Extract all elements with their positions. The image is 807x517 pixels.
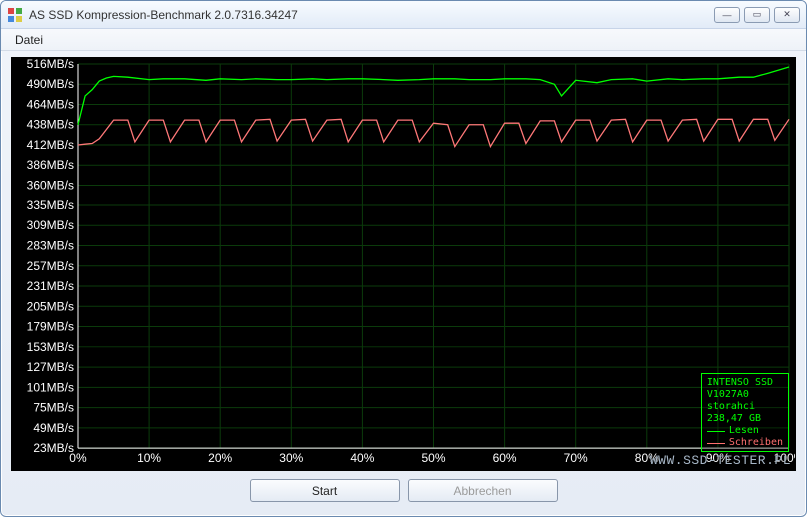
svg-text:283MB/s: 283MB/s <box>27 239 74 253</box>
svg-text:49MB/s: 49MB/s <box>33 421 74 435</box>
app-icon <box>7 7 23 23</box>
legend-write-swatch <box>707 443 725 444</box>
svg-text:516MB/s: 516MB/s <box>27 58 74 71</box>
device-driver: storahci <box>707 401 783 413</box>
svg-text:464MB/s: 464MB/s <box>27 97 74 111</box>
button-row: Start Abbrechen <box>11 471 796 502</box>
device-capacity: 238,47 GB <box>707 413 783 425</box>
titlebar: AS SSD Kompression-Benchmark 2.0.7316.34… <box>1 1 806 29</box>
legend-read-swatch <box>707 431 725 432</box>
svg-text:101MB/s: 101MB/s <box>27 380 74 394</box>
window-controls: — ▭ ✕ <box>714 7 800 23</box>
svg-text:60%: 60% <box>493 451 517 465</box>
svg-text:335MB/s: 335MB/s <box>27 198 74 212</box>
legend-write: Schreiben <box>707 437 783 449</box>
svg-text:205MB/s: 205MB/s <box>27 299 74 313</box>
svg-text:70%: 70% <box>564 451 588 465</box>
close-button[interactable]: ✕ <box>774 7 800 23</box>
content-area: 516MB/s 490MB/s 464MB/s 438MB/s 412MB/s 386MB… <box>1 51 806 512</box>
device-firmware: V1027A0 <box>707 389 783 401</box>
minimize-button[interactable]: — <box>714 7 740 23</box>
device-name: INTENSO SSD <box>707 377 783 389</box>
svg-text:10%: 10% <box>137 451 161 465</box>
legend-write-label: Schreiben <box>729 437 783 449</box>
svg-text:309MB/s: 309MB/s <box>27 218 74 232</box>
window-title: AS SSD Kompression-Benchmark 2.0.7316.34… <box>29 8 714 22</box>
svg-text:20%: 20% <box>208 451 232 465</box>
svg-text:40%: 40% <box>350 451 374 465</box>
svg-text:438MB/s: 438MB/s <box>27 118 74 132</box>
start-button[interactable]: Start <box>250 479 400 502</box>
chart: 516MB/s 490MB/s 464MB/s 438MB/s 412MB/s 386MB… <box>11 57 796 471</box>
svg-text:23MB/s: 23MB/s <box>33 441 74 455</box>
svg-text:75MB/s: 75MB/s <box>33 401 74 415</box>
svg-text:127MB/s: 127MB/s <box>27 360 74 374</box>
device-info-box: INTENSO SSD V1027A0 storahci 238,47 GB L… <box>701 373 789 452</box>
svg-text:231MB/s: 231MB/s <box>27 279 74 293</box>
svg-text:490MB/s: 490MB/s <box>27 77 74 91</box>
svg-text:153MB/s: 153MB/s <box>27 340 74 354</box>
svg-text:360MB/s: 360MB/s <box>27 179 74 193</box>
svg-text:30%: 30% <box>279 451 303 465</box>
legend-read: Lesen <box>707 425 783 437</box>
cancel-button: Abbrechen <box>408 479 558 502</box>
watermark: WWW.SSD-TESTER.PL <box>650 453 791 468</box>
svg-text:0%: 0% <box>69 451 87 465</box>
legend-read-label: Lesen <box>729 425 759 437</box>
chart-svg: 516MB/s 490MB/s 464MB/s 438MB/s 412MB/s 386MB… <box>12 58 795 470</box>
maximize-button[interactable]: ▭ <box>744 7 770 23</box>
app-window: AS SSD Kompression-Benchmark 2.0.7316.34… <box>0 0 807 517</box>
svg-text:386MB/s: 386MB/s <box>27 158 74 172</box>
menubar: Datei <box>1 29 806 51</box>
menu-file[interactable]: Datei <box>9 31 49 49</box>
svg-text:50%: 50% <box>421 451 445 465</box>
svg-text:257MB/s: 257MB/s <box>27 259 74 273</box>
svg-text:179MB/s: 179MB/s <box>27 320 74 334</box>
svg-text:412MB/s: 412MB/s <box>27 138 74 152</box>
